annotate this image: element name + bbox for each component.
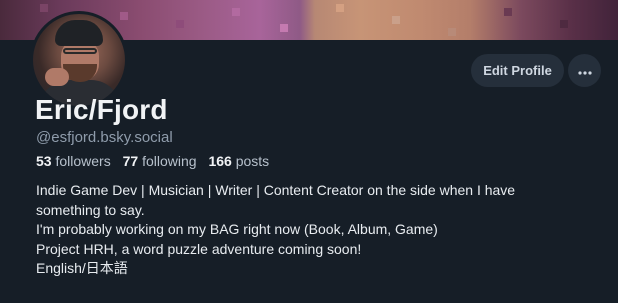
following-link[interactable]: 77 following	[123, 153, 197, 169]
more-options-button[interactable]	[568, 54, 601, 87]
profile-handle: @esfjord.bsky.social	[36, 129, 173, 146]
posts-label: posts	[235, 153, 270, 169]
ellipsis-icon	[577, 62, 592, 80]
following-count: 77	[122, 153, 139, 169]
bio-line: I'm probably working on my BAG right now…	[36, 221, 438, 237]
bio-line: Project HRH, a word puzzle adventure com…	[36, 240, 362, 257]
edit-profile-label: Edit Profile	[483, 63, 552, 78]
edit-profile-button[interactable]: Edit Profile	[471, 54, 564, 87]
profile-page: Edit Profile Eric/Fjord @esfjord.bsky.so…	[0, 0, 618, 303]
followers-count: 53	[36, 153, 52, 169]
avatar-hat	[55, 20, 103, 46]
bio-line: English/日本語	[36, 260, 128, 276]
avatar-hand	[45, 68, 69, 86]
posts-stat: 166 posts	[208, 153, 269, 169]
bio-line: something to say.	[36, 201, 145, 218]
followers-label: followers	[55, 153, 111, 169]
display-name: Eric/Fjord	[35, 94, 168, 125]
profile-stats: 53 followers 77 following 166 posts	[36, 153, 277, 169]
following-label: following	[142, 153, 197, 169]
avatar-glasses	[63, 48, 97, 54]
posts-count: 166	[208, 153, 232, 169]
followers-link[interactable]: 53 followers	[36, 153, 111, 169]
profile-bio: Indie Game Dev | Musician | Writer | Con…	[36, 181, 596, 279]
bio-line: Indie Game Dev | Musician | Writer | Con…	[36, 182, 516, 198]
